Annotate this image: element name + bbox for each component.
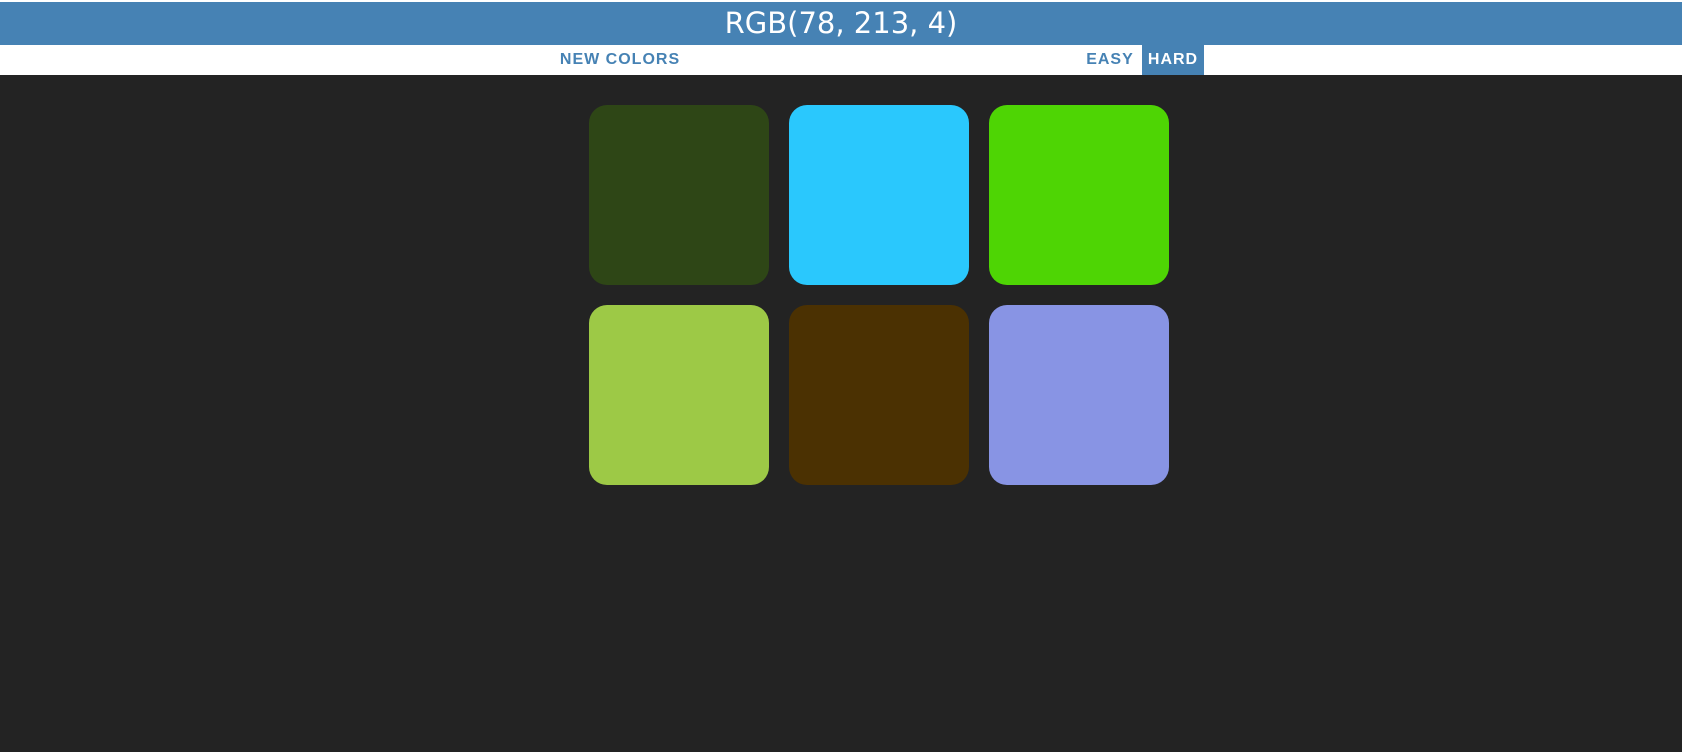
color-square-5[interactable]: [789, 305, 969, 485]
header: RGB(78, 213, 4): [0, 2, 1682, 45]
new-colors-button[interactable]: New Colors: [556, 45, 684, 75]
hard-mode-button[interactable]: Hard: [1142, 45, 1204, 75]
color-square-4[interactable]: [589, 305, 769, 485]
color-square-2[interactable]: [789, 105, 969, 285]
color-square-3[interactable]: [989, 105, 1169, 285]
easy-mode-button[interactable]: Easy: [1078, 45, 1142, 75]
target-color-title: RGB(78, 213, 4): [724, 6, 958, 40]
color-square-1[interactable]: [589, 105, 769, 285]
color-square-6[interactable]: [989, 305, 1169, 485]
controls-stripe: New Colors Easy Hard: [0, 45, 1682, 75]
color-board: [0, 75, 1682, 752]
